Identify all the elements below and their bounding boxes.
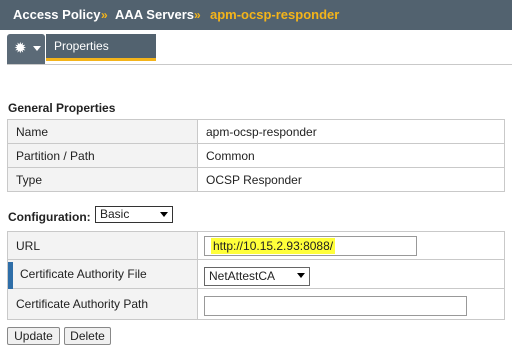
gear-icon: ✹: [14, 40, 27, 57]
general-properties-table: Name apm-ocsp-responder Partition / Path…: [7, 119, 505, 192]
chevron-down-icon: [33, 46, 41, 51]
tab-properties[interactable]: Properties: [46, 34, 156, 61]
page-title: apm-ocsp-responder: [210, 7, 340, 22]
type-value: OCSP Responder: [197, 167, 505, 192]
ca-file-select[interactable]: NetAttestCA: [204, 267, 310, 286]
url-input[interactable]: http://10.15.2.93:8088/: [204, 236, 417, 256]
configuration-mode-select[interactable]: Basic: [95, 206, 173, 223]
breadcrumb-access-policy[interactable]: Access Policy: [13, 0, 100, 30]
type-label: Type: [7, 167, 198, 192]
delete-button[interactable]: Delete: [64, 327, 111, 345]
ca-path-label: Certificate Authority Path: [7, 288, 198, 320]
ca-path-input[interactable]: [204, 296, 467, 316]
partition-label: Partition / Path: [7, 143, 198, 168]
table-row: Type OCSP Responder: [7, 167, 505, 192]
table-row: Partition / Path Common: [7, 143, 505, 168]
breadcrumb-aaa-servers[interactable]: AAA Servers: [115, 0, 194, 30]
breadcrumb: Access Policy » AAA Servers » apm-ocsp-r…: [0, 0, 512, 30]
general-properties-title: General Properties: [8, 101, 116, 115]
table-row: Name apm-ocsp-responder: [7, 119, 505, 144]
breadcrumb-separator: »: [101, 8, 108, 22]
chevron-down-icon: [297, 273, 305, 278]
url-value: http://10.15.2.93:8088/: [211, 238, 336, 254]
gear-menu-button[interactable]: ✹: [7, 34, 45, 64]
configuration-label: Configuration:: [8, 210, 91, 224]
name-label: Name: [7, 119, 198, 144]
tab-divider: [7, 64, 512, 65]
chevron-down-icon: [160, 212, 168, 217]
partition-value: Common: [197, 143, 505, 168]
breadcrumb-separator: »: [194, 8, 201, 22]
configuration-mode-value: Basic: [100, 207, 130, 221]
name-value: apm-ocsp-responder: [197, 119, 505, 144]
url-label: URL: [7, 231, 198, 260]
required-indicator: [8, 262, 13, 289]
ca-file-value: NetAttestCA: [209, 269, 276, 283]
ca-file-label: Certificate Authority File: [7, 259, 198, 289]
update-button[interactable]: Update: [7, 327, 60, 345]
tab-bar: ✹ Properties: [0, 30, 512, 64]
